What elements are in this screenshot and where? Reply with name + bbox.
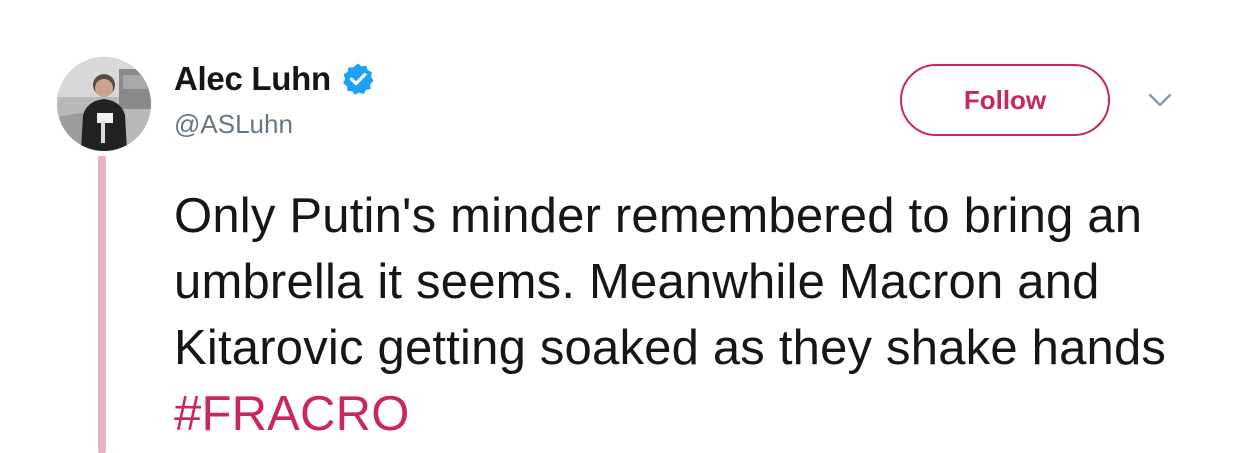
- thread-line: [98, 156, 106, 453]
- hashtag-link[interactable]: #FRACRO: [174, 387, 410, 441]
- verified-badge-icon: [341, 62, 375, 96]
- author-handle[interactable]: @ASLuhn: [174, 109, 293, 140]
- avatar[interactable]: [57, 57, 151, 151]
- tweet-text: Only Putin's minder remembered to bring …: [174, 183, 1204, 447]
- author-display-name[interactable]: Alec Luhn: [174, 60, 331, 98]
- author-name-row: Alec Luhn: [174, 60, 375, 98]
- user-photo-avatar-icon: [57, 57, 151, 151]
- tweet-body: Only Putin's minder remembered to bring …: [174, 189, 1167, 375]
- tweet-card: Alec Luhn @ASLuhn Follow Only Putin's mi…: [0, 0, 1234, 453]
- follow-button[interactable]: Follow: [900, 64, 1110, 136]
- chevron-down-icon[interactable]: [1145, 90, 1175, 112]
